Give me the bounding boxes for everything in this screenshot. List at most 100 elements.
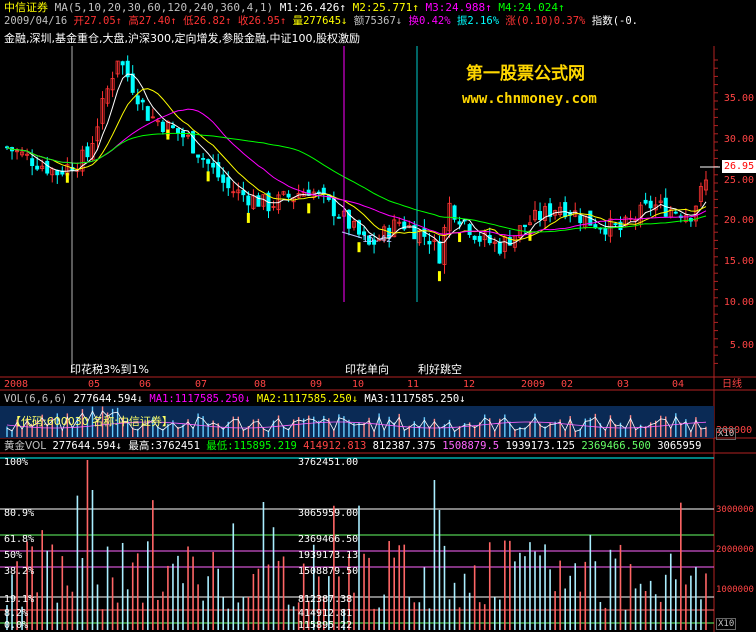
gold-axis-tick: 1000000 (716, 585, 754, 595)
price-tick: 20.00 (723, 215, 754, 226)
gold-unit-badge: X10 (716, 618, 737, 630)
gold-v3: 1508879.5 (442, 440, 500, 452)
time-label: 03 (617, 379, 630, 390)
period-label[interactable]: 日线 (722, 378, 742, 391)
level-pct: 61.8% (4, 534, 35, 545)
price-tick: 35.00 (723, 93, 754, 104)
gold-value: 277644.594↓ (52, 440, 122, 452)
event-label-stamp-tax: 印花税3%到1% (70, 363, 149, 376)
candle-body (643, 199, 648, 204)
candle-body (201, 158, 206, 160)
ma-params: MA(5,10,20,30,60,120,240,360,4,1) (54, 1, 274, 14)
stock-code-overlay: 【代码:600030 名称:中信证券】 (10, 415, 173, 428)
ma10-line (6, 88, 707, 241)
quote-change: 涨(0.10)0.37% (505, 15, 586, 27)
candle-body (170, 125, 175, 129)
gold-title: 黄金VOL (4, 440, 47, 452)
vol-unit-badge: X10 (716, 428, 737, 440)
level-val: 3762451.00 (298, 457, 359, 468)
candle-body (196, 154, 201, 158)
candle-body (175, 128, 180, 134)
candle-body (85, 146, 90, 158)
current-price-badge: 26.95 (722, 160, 756, 173)
candle-body (467, 224, 472, 235)
quote-volume: 量277645↓ (292, 15, 348, 27)
quote-high: 高27.40↑ (128, 15, 177, 27)
gold-axis-tick: 3000000 (716, 505, 754, 515)
level-pct: 50% (4, 550, 23, 561)
event-label-gap: 利好跳空 (418, 363, 462, 376)
candle-body (522, 224, 527, 228)
price-tick: 5.00 (729, 340, 754, 351)
signal-marker (246, 212, 250, 223)
ma-m4: M4:24.024↑ (498, 1, 565, 14)
level-val: 812387.38 (298, 594, 353, 605)
candle-body (457, 221, 462, 225)
ma-m3: M3:24.988↑ (425, 1, 492, 14)
signal-marker (206, 171, 210, 182)
candle-body (206, 159, 211, 164)
kline-chart[interactable] (0, 0, 756, 632)
vol-ma3: MA3:1117585.250↓ (364, 393, 466, 405)
concept-tags: 金融,深圳,基金重仓,大盘,沪深300,定向增发,参股金融,中证100,股权激励 (4, 32, 360, 45)
quote-amplitude: 振2.16% (456, 15, 500, 27)
candle-body (648, 200, 653, 209)
candle-body (578, 215, 583, 224)
watermark-url: www.chnmoney.com (462, 91, 597, 107)
level-val: 1939173.13 (298, 550, 359, 561)
candle-body (563, 202, 568, 218)
stock-name: 中信证券 (4, 1, 48, 14)
candle-body (246, 195, 251, 206)
candle-body (477, 235, 482, 242)
signal-marker (437, 271, 441, 282)
candle-body (45, 160, 50, 174)
quote-open: 开27.05↑ (73, 15, 122, 27)
candle-body (140, 99, 145, 103)
candle-body (145, 106, 150, 121)
ma-m1: M1:26.426↑ (279, 1, 347, 14)
event-label-unilateral: 印花单向 (345, 363, 389, 376)
price-tick: 15.00 (723, 256, 754, 267)
ma20-line (6, 108, 707, 237)
quote-turnover: 换0.42% (408, 15, 451, 27)
candle-body (673, 211, 678, 214)
candle-body (497, 241, 502, 254)
candle-body (120, 61, 125, 66)
candle-body (221, 174, 226, 183)
time-label: 02 (561, 379, 574, 390)
candle-body (538, 211, 543, 221)
level-val: 3065959.00 (298, 508, 359, 519)
level-pct: 100% (4, 457, 29, 468)
quote-close: 收26.95↑ (237, 15, 287, 27)
candle-body (35, 165, 40, 170)
gold-min: 最低:115895.219 (206, 440, 297, 452)
level-val: 1508879.50 (298, 566, 359, 577)
price-tick: 25.00 (723, 175, 754, 186)
time-label: 12 (463, 379, 476, 390)
candle-body (286, 193, 291, 198)
signal-marker (166, 129, 170, 140)
ma-m2: M2:25.771↑ (352, 1, 419, 14)
level-pct: 0.0% (4, 620, 29, 631)
time-label: 04 (672, 379, 685, 390)
candle-body (211, 162, 216, 168)
candle-body (613, 223, 618, 226)
time-label: 07 (195, 379, 208, 390)
gold-v1: 414912.813 (303, 440, 367, 452)
gold-v4: 1939173.125 (505, 440, 575, 452)
vol-title: VOL(6,6,6) (4, 393, 68, 405)
time-label: 05 (88, 379, 101, 390)
time-label: 09 (310, 379, 323, 390)
candle-body (603, 227, 608, 235)
candle-body (135, 95, 140, 105)
candle-body (191, 131, 196, 154)
gold-v2: 812387.375 (372, 440, 436, 452)
quote-date: 2009/04/16 (4, 15, 68, 27)
quote-low: 低26.82↑ (183, 15, 232, 27)
time-label: 11 (407, 379, 420, 390)
candle-body (30, 158, 35, 167)
quote-amount: 额75367↓ (353, 15, 403, 27)
candle-body (472, 235, 477, 240)
gold-axis-tick: 2000000 (716, 545, 754, 555)
candle-body (160, 121, 165, 133)
